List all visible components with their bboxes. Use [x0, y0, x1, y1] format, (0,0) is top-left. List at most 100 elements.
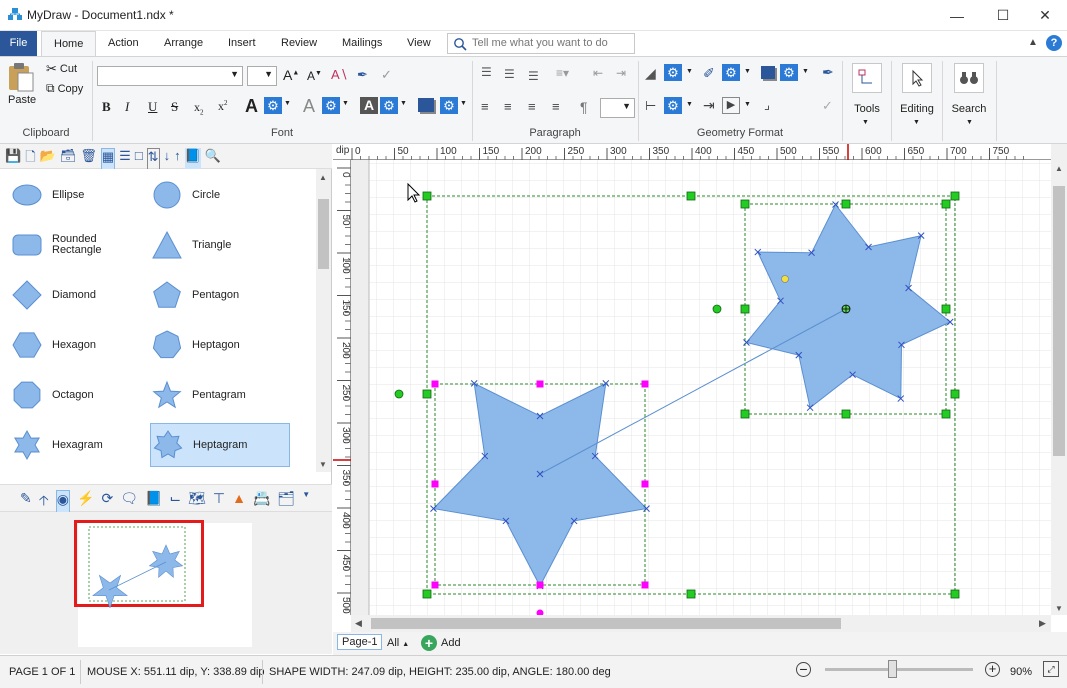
align-top-icon[interactable]: ☰ [481, 65, 492, 79]
maximize-button[interactable]: ☐ [980, 0, 1026, 31]
chevron-down-icon[interactable]: ▼ [686, 68, 693, 75]
shape-item-pentagon[interactable]: Pentagon [150, 273, 290, 317]
view-list-icon[interactable]: ☰ [119, 148, 131, 170]
map-icon[interactable]: 🗺 [188, 490, 206, 514]
scroll-down-icon[interactable]: ▼ [1055, 604, 1063, 613]
font-color-icon[interactable]: A [245, 96, 258, 117]
scroll-up-icon[interactable]: ▲ [1055, 164, 1063, 173]
more-icon[interactable]: ▼ [302, 490, 310, 514]
tab-file[interactable]: File [0, 31, 37, 56]
chevron-down-icon[interactable]: ▼ [686, 101, 693, 108]
new-library-icon[interactable]: 🗋 [25, 148, 35, 170]
callout-icon[interactable]: 🗨 [120, 490, 138, 514]
chevron-down-icon[interactable]: ▼ [744, 68, 751, 75]
text-fill-icon[interactable]: A [360, 97, 378, 114]
gear-icon[interactable]: ⚙ [264, 97, 282, 114]
font-size-combo[interactable]: ▼ [247, 66, 277, 86]
shape-list-scrollbar[interactable]: ▲ ▼ [316, 169, 331, 472]
fit-page-icon[interactable]: ⤢ [1043, 661, 1059, 677]
shape-item-hexagon[interactable]: Hexagon [10, 323, 150, 367]
chevron-down-icon[interactable]: ▼ [966, 119, 973, 126]
shape-item-heptagram[interactable]: Heptagram [150, 423, 290, 467]
drawing-canvas[interactable] [351, 160, 1051, 615]
shape-item-triangle[interactable]: Triangle [150, 223, 290, 267]
tab-home[interactable]: Home [41, 31, 97, 57]
add-page-icon[interactable]: + [421, 635, 437, 651]
shrink-font-icon[interactable]: A▼ [307, 69, 322, 83]
format-painter-icon[interactable]: ✒ [357, 67, 368, 83]
tab-review[interactable]: Review [269, 31, 329, 56]
canvas-vertical-scrollbar[interactable]: ▲ ▼ [1051, 144, 1067, 615]
copy-button[interactable]: ⧉ Copy [46, 81, 83, 96]
shape-item-circle[interactable]: Circle [150, 173, 290, 217]
tab-insert[interactable]: Insert [216, 31, 268, 56]
align-bottom-icon[interactable]: ☰ [528, 69, 539, 83]
chevron-down-icon[interactable]: ▼ [342, 100, 349, 107]
shape-item-ellipse[interactable]: Ellipse [10, 173, 150, 217]
zoom-slider-thumb[interactable] [887, 660, 897, 678]
gear-icon[interactable]: ⚙ [664, 64, 682, 81]
chevron-down-icon[interactable]: ▼ [284, 100, 291, 107]
help-icon[interactable]: ? [1046, 35, 1062, 51]
tab-mailings[interactable]: Mailings [330, 31, 394, 56]
collapse-ribbon-icon[interactable]: ▲ [1028, 37, 1038, 48]
line-spacing-combo[interactable]: ▼ [600, 98, 635, 118]
shadow-icon[interactable] [761, 66, 775, 79]
chevron-down-icon[interactable]: ▼ [862, 119, 869, 126]
scroll-right-icon[interactable]: ▶ [1039, 618, 1046, 629]
org-chart-icon[interactable]: ▲ [232, 490, 246, 514]
line-end-icon[interactable]: ⇥ [703, 97, 715, 114]
shape-item-hexagram[interactable]: Hexagram [10, 423, 150, 467]
superscript-icon[interactable]: x2 [218, 99, 228, 114]
open-icon[interactable]: 📂 [40, 148, 56, 170]
add-page-label[interactable]: Add [441, 637, 461, 649]
close-button[interactable]: ✕ [1022, 0, 1067, 31]
tab-arrange[interactable]: Arrange [152, 31, 215, 56]
book-icon[interactable]: 📘 [145, 490, 162, 514]
line-color-icon[interactable]: ✐ [703, 65, 715, 82]
dimension-icon[interactable]: ⊤ [213, 490, 225, 514]
delete-library-icon[interactable]: 🗑 [80, 148, 97, 170]
underline-icon[interactable]: U [148, 99, 157, 115]
tab-view[interactable]: View [395, 31, 443, 56]
cut-button[interactable]: ✂ Cut [46, 61, 77, 77]
tab-action[interactable]: Action [96, 31, 151, 56]
line-begin-icon[interactable]: ⊢ [645, 98, 656, 114]
align-right-icon[interactable]: ≡ [528, 99, 536, 114]
justify-icon[interactable]: ≡ [552, 99, 560, 114]
gear-icon[interactable]: ⚙ [322, 97, 340, 114]
card-icon[interactable]: 📇 [253, 490, 270, 514]
scroll-thumb[interactable] [1053, 186, 1065, 456]
editing-label[interactable]: Editing [896, 103, 938, 115]
gear-icon[interactable]: ⚙ [722, 64, 740, 81]
decrease-indent-icon[interactable]: ⇤ [593, 66, 603, 80]
scroll-up-icon[interactable]: ▲ [319, 173, 327, 182]
scroll-left-icon[interactable]: ◀ [355, 618, 362, 629]
view-icons-icon[interactable]: □ [135, 148, 143, 170]
text-box-icon[interactable] [418, 98, 434, 112]
tell-me-search[interactable]: Tell me what you want to do [447, 33, 635, 54]
sort-az-icon[interactable]: ⇅ [146, 148, 160, 170]
grow-font-icon[interactable]: A▲ [283, 67, 299, 83]
fill-bucket-icon[interactable]: ◢ [645, 65, 656, 82]
chevron-down-icon[interactable]: ▼ [913, 119, 920, 126]
shape-item-rounded-rectangle[interactable]: Rounded Rectangle [10, 223, 150, 267]
shape-item-heptagon[interactable]: Heptagon [150, 323, 290, 367]
gear-icon[interactable]: ⚙ [440, 97, 458, 114]
strikethrough-icon[interactable]: S [171, 99, 178, 115]
canvas-horizontal-scrollbar[interactable]: ◀ ▶ [351, 615, 1051, 632]
eyedropper-icon[interactable]: ✒ [822, 64, 834, 81]
scroll-thumb[interactable] [371, 618, 841, 629]
zoom-out-icon[interactable]: − [796, 662, 811, 677]
bold-icon[interactable]: B [102, 99, 111, 115]
gear-icon[interactable]: ⚙ [664, 97, 682, 114]
folder-icon[interactable]: 🗂 [277, 490, 295, 514]
book-icon[interactable]: 📘 [184, 148, 201, 170]
minimize-button[interactable]: — [934, 0, 980, 31]
search-label[interactable]: Search [948, 103, 990, 115]
overview-thumbnail[interactable] [74, 520, 204, 608]
gear-icon[interactable]: ⚙ [780, 64, 798, 81]
scroll-down-icon[interactable]: ▼ [319, 460, 327, 469]
zoom-slider-track[interactable] [825, 668, 973, 671]
eraser-icon[interactable]: ✓ [822, 98, 833, 114]
